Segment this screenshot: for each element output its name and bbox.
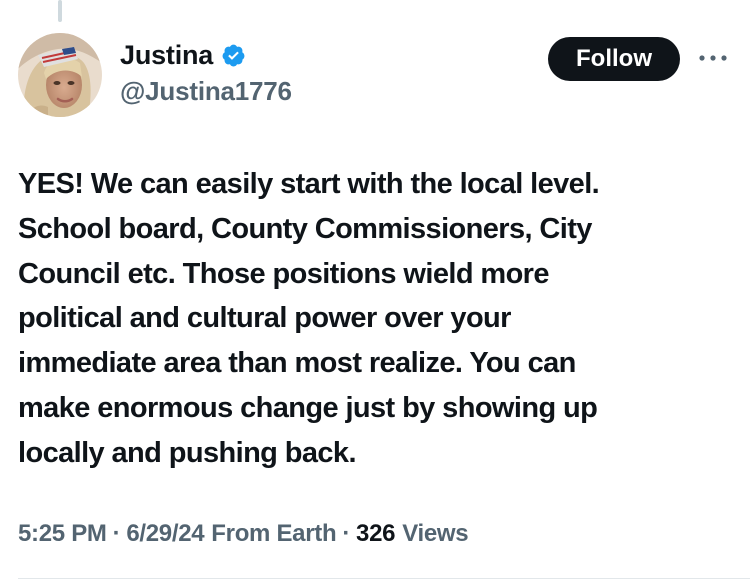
tweet-time[interactable]: 5:25 PM xyxy=(18,520,107,548)
thread-connector-line xyxy=(58,0,62,22)
tweet-date[interactable]: 6/29/24 xyxy=(126,520,204,548)
meta-separator-2: · xyxy=(342,520,351,547)
author-name-row[interactable]: Justina xyxy=(120,40,246,71)
author-display-name[interactable]: Justina xyxy=(120,40,213,71)
meta-separator: · xyxy=(112,520,121,547)
more-horizontal-icon[interactable] xyxy=(697,49,729,67)
avatar-image xyxy=(18,33,102,117)
author-handle[interactable]: @Justina1776 xyxy=(120,76,292,107)
tweet-text: YES! We can easily start with the local … xyxy=(18,168,600,469)
views-label: Views xyxy=(402,520,469,547)
follow-button[interactable]: Follow xyxy=(548,37,680,81)
tweet-source: From Earth xyxy=(211,520,337,547)
verified-badge-icon xyxy=(222,44,245,67)
divider xyxy=(18,578,750,579)
views-count: 326 xyxy=(356,520,396,547)
avatar[interactable] xyxy=(18,33,102,117)
tweet-meta: 5:25 PM · 6/29/24 From Earth · 326 Views xyxy=(18,520,469,548)
